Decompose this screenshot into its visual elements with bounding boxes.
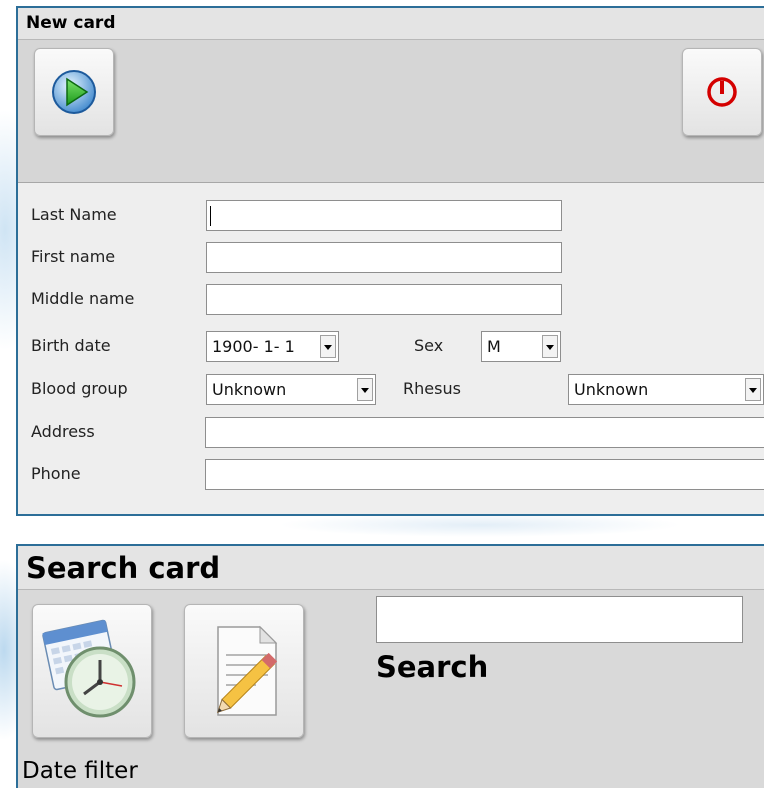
blood-group-label: Blood group bbox=[31, 379, 128, 398]
birth-date-picker[interactable]: 1900- 1- 1 bbox=[206, 331, 339, 362]
sex-select[interactable]: M bbox=[481, 331, 561, 362]
middle-name-input[interactable] bbox=[206, 284, 562, 315]
chevron-down-icon[interactable] bbox=[320, 335, 336, 358]
birth-date-label: Birth date bbox=[31, 336, 111, 355]
search-card-body: Date filter Search bbox=[18, 590, 764, 788]
new-card-form: Last Name First name Middle name Birth d… bbox=[18, 183, 764, 514]
power-button[interactable] bbox=[682, 48, 762, 136]
date-filter-label: Date filter bbox=[22, 758, 138, 784]
new-card-toolbar bbox=[18, 40, 764, 183]
first-name-input[interactable] bbox=[206, 242, 562, 273]
blood-group-select[interactable]: Unknown bbox=[206, 374, 376, 405]
address-label: Address bbox=[31, 422, 95, 441]
first-name-label: First name bbox=[31, 247, 116, 266]
chevron-down-icon[interactable] bbox=[542, 335, 558, 358]
sex-value: M bbox=[487, 337, 501, 356]
edit-document-button[interactable] bbox=[184, 604, 304, 738]
address-input[interactable] bbox=[205, 417, 764, 448]
rhesus-select[interactable]: Unknown bbox=[568, 374, 764, 405]
chevron-down-icon[interactable] bbox=[357, 378, 373, 401]
last-name-label: Last Name bbox=[31, 205, 117, 224]
rhesus-label: Rhesus bbox=[403, 379, 461, 398]
date-filter-button[interactable] bbox=[32, 604, 152, 738]
blood-group-value: Unknown bbox=[212, 380, 287, 399]
middle-name-label: Middle name bbox=[31, 289, 135, 308]
calendar-clock-icon bbox=[42, 619, 136, 718]
chevron-down-icon[interactable] bbox=[745, 378, 761, 401]
sex-label: Sex bbox=[414, 336, 444, 355]
search-input[interactable] bbox=[376, 596, 743, 643]
new-card-title: New card bbox=[18, 6, 764, 40]
search-card-panel: Search card Date filter Search bbox=[16, 544, 764, 788]
search-label: Search bbox=[376, 650, 489, 684]
text-caret bbox=[210, 206, 211, 226]
power-icon bbox=[707, 77, 737, 107]
new-card-panel: New card Last Name First name Middle nam… bbox=[16, 6, 764, 516]
last-name-input[interactable] bbox=[206, 200, 562, 231]
rhesus-value: Unknown bbox=[574, 380, 649, 399]
phone-label: Phone bbox=[31, 464, 81, 483]
document-pencil-icon bbox=[216, 625, 278, 716]
birth-date-value: 1900- 1- 1 bbox=[212, 337, 295, 356]
start-button[interactable] bbox=[34, 48, 114, 136]
play-icon bbox=[52, 70, 96, 114]
search-card-title: Search card bbox=[18, 544, 764, 590]
phone-input[interactable] bbox=[205, 459, 764, 490]
